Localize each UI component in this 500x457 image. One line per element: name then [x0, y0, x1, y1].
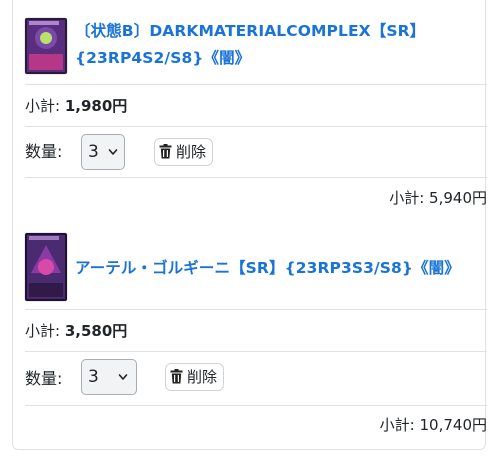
trash-icon	[170, 369, 183, 384]
delete-button-label: 削除	[187, 368, 218, 386]
quantity-select[interactable]: 3	[81, 134, 125, 170]
item-title-line1: アーテル・ゴルギーニ【SR】{23RP3S3/S8}《闇》	[75, 259, 460, 277]
card-thumbnail-image	[25, 233, 67, 301]
chevron-down-icon	[108, 149, 118, 155]
line-total-label: 小計:	[389, 189, 430, 207]
line-total-row: 小計: 10,740円	[25, 405, 487, 446]
unit-price-value: 1,980円	[64, 97, 128, 115]
chevron-down-icon	[118, 374, 128, 380]
item-title-link[interactable]: アーテル・ゴルギーニ【SR】{23RP3S3/S8}《闇》	[75, 255, 475, 282]
quantity-select[interactable]: 3	[81, 359, 137, 395]
unit-price-label: 小計:	[25, 97, 65, 115]
unit-price-value: 3,580円	[64, 322, 128, 340]
quantity-label: 数量:	[25, 369, 63, 388]
line-total-row: 小計: 5,940円	[25, 177, 487, 216]
item-title-link[interactable]: 〔状態B〕DARKMATERIALCOMPLEX【SR】 {23RP4S2/S8…	[75, 18, 475, 72]
delete-button-label: 削除	[176, 143, 207, 161]
line-total-value: 5,940円	[429, 189, 487, 207]
quantity-value: 3	[88, 367, 99, 387]
card-thumbnail[interactable]	[25, 18, 67, 74]
item-title-line2: {23RP4S2/S8}《闇》	[75, 49, 251, 67]
unit-price-row: 小計: 3,580円	[25, 309, 487, 352]
card-thumbnail[interactable]	[25, 233, 67, 301]
unit-price-label: 小計:	[25, 322, 65, 340]
quantity-row: 数量: 3 削除	[25, 126, 487, 178]
quantity-value: 3	[88, 142, 99, 162]
line-total-value: 10,740円	[419, 416, 488, 434]
trash-icon	[159, 144, 172, 159]
delete-button[interactable]: 削除	[154, 138, 214, 166]
line-total: 小計: 5,940円	[389, 188, 487, 208]
item-title-line1: 〔状態B〕DARKMATERIALCOMPLEX【SR】	[75, 22, 426, 40]
quantity-row: 数量: 3 削除	[25, 351, 487, 406]
unit-price: 小計: 3,580円	[25, 321, 127, 341]
delete-button[interactable]: 削除	[165, 363, 225, 391]
line-total-label: 小計:	[379, 416, 420, 434]
card-thumbnail-image	[25, 18, 67, 74]
unit-price-row: 小計: 1,980円	[25, 84, 487, 127]
quantity-label: 数量:	[25, 142, 63, 161]
line-total: 小計: 10,740円	[380, 415, 487, 435]
cart-card: 〔状態B〕DARKMATERIALCOMPLEX【SR】 {23RP4S2/S8…	[12, 0, 487, 450]
unit-price: 小計: 1,980円	[25, 96, 127, 116]
